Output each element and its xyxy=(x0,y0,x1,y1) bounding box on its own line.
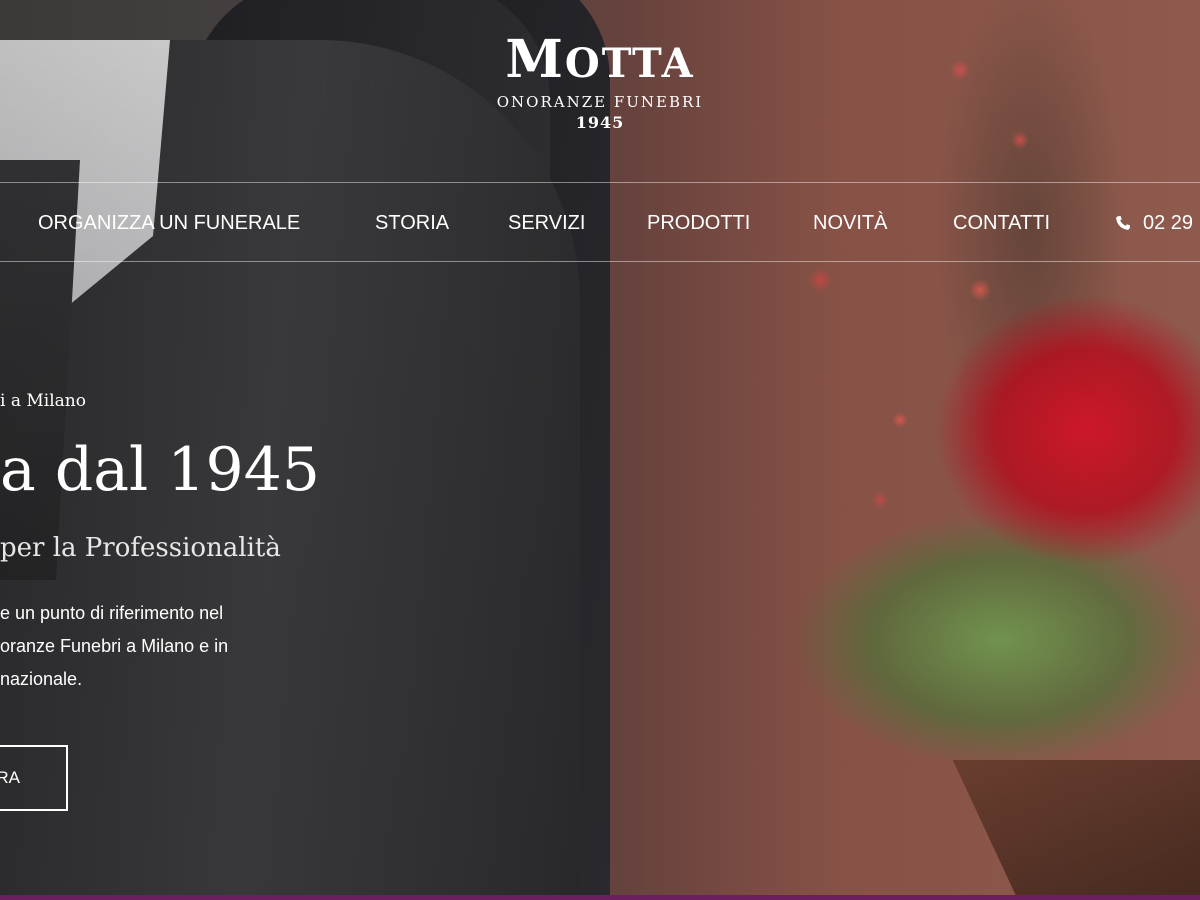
nav-item-servizi[interactable]: SERVIZI xyxy=(508,210,585,236)
nav-phone-link[interactable]: 02 29 xyxy=(1115,210,1193,236)
site-logo[interactable]: MOTTA ONORANZE FUNEBRI 1945 xyxy=(0,30,1200,134)
logo-name: MOTTA xyxy=(0,30,1200,94)
nav-item-contatti[interactable]: CONTATTI xyxy=(953,210,1050,236)
hero-kicker: i a Milano xyxy=(0,391,86,411)
nav-item-organizza-un-funerale[interactable]: ORGANIZZA UN FUNERALE xyxy=(38,210,300,236)
hero-headline: a dal 1945 xyxy=(0,435,320,505)
logo-name-initial: M xyxy=(505,29,565,90)
phone-number: 02 29 xyxy=(1143,212,1194,234)
phone-icon xyxy=(1115,210,1135,236)
nav-item-novita[interactable]: NOVITÀ xyxy=(813,210,887,236)
hero-body-line: e un punto di riferimento nel xyxy=(0,603,224,623)
main-navigation: ORGANIZZA UN FUNERALE STORIA SERVIZI PRO… xyxy=(0,182,1200,262)
logo-subtitle: ONORANZE FUNEBRI xyxy=(496,93,704,111)
nav-item-prodotti[interactable]: PRODOTTI xyxy=(647,210,750,236)
hero-cta-button[interactable]: RA xyxy=(0,745,68,811)
hero-subheadline: per la Professionalità xyxy=(0,533,281,563)
logo-year: 1945 xyxy=(575,113,625,132)
logo-name-rest: OTTA xyxy=(564,40,695,87)
bottom-accent-bar xyxy=(0,895,1200,900)
hero-body-line: nazionale. xyxy=(0,669,83,689)
nav-item-storia[interactable]: STORIA xyxy=(375,210,449,236)
hero-body-line: oranze Funebri a Milano e in xyxy=(0,636,229,656)
